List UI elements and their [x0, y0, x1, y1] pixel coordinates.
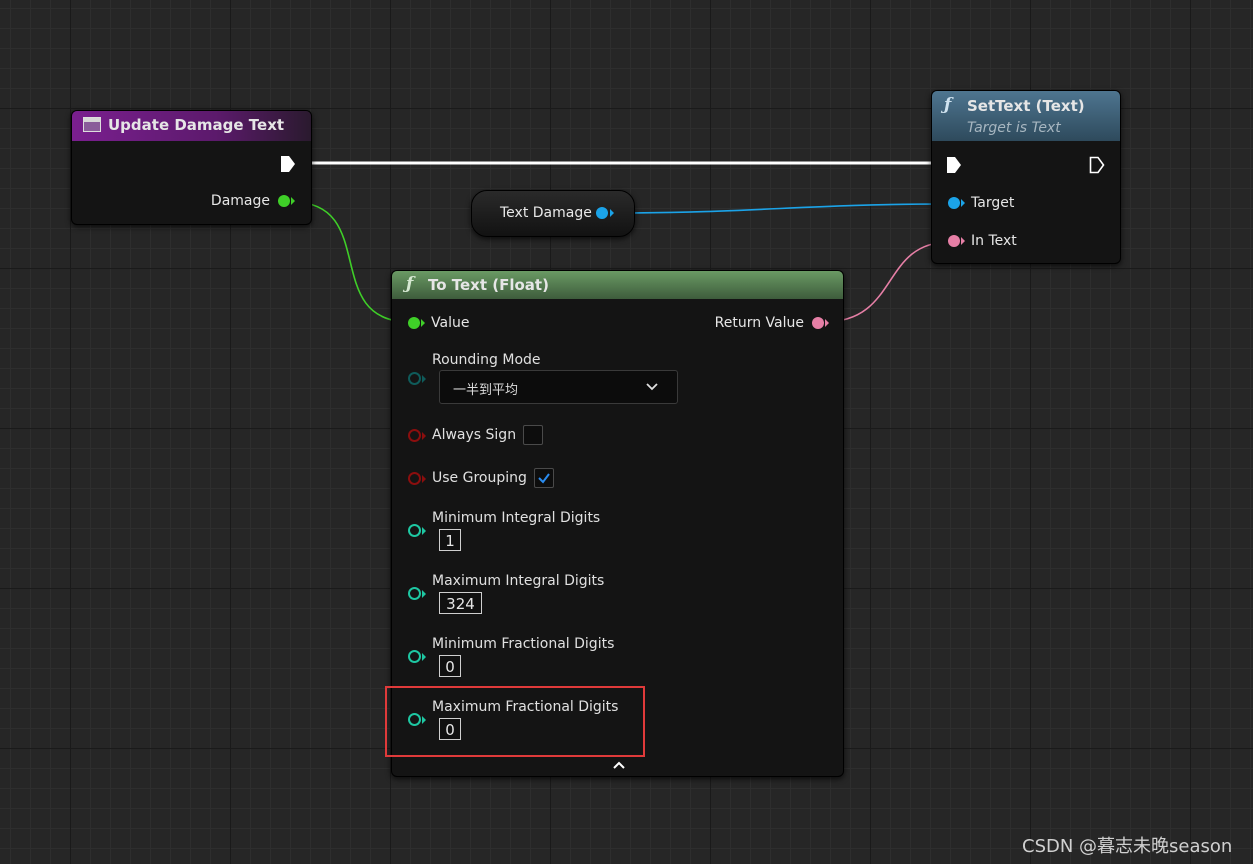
min-integral-label: Minimum Integral Digits [432, 510, 601, 526]
enum-pin-arrow-icon [422, 375, 426, 383]
bool-pin-arrow-icon [422, 432, 426, 440]
int-pin-arrow-icon [422, 590, 426, 598]
float-pin-icon[interactable] [278, 195, 290, 207]
value-pin-label: Value [431, 315, 470, 331]
variable-node-label: Text Damage [500, 205, 592, 221]
object-pin-arrow-icon [610, 209, 614, 217]
settext-node-title: SetText (Text) [967, 97, 1085, 115]
use-grouping-label: Use Grouping [432, 470, 527, 486]
object-pin-arrow-icon [961, 199, 965, 207]
collapse-advanced-chevron-up-icon[interactable] [611, 759, 627, 771]
bool-pin-icon[interactable] [408, 429, 421, 442]
watermark: CSDN @暮志未晚season [1022, 836, 1233, 857]
return-value-pin-row[interactable]: Return Value [715, 315, 829, 331]
rounding-mode-dropdown[interactable]: 一半到平均 [439, 370, 678, 404]
rounding-mode-label: Rounding Mode [432, 352, 541, 368]
chevron-down-icon [646, 383, 658, 391]
min-fractional-input[interactable]: 0 [439, 655, 461, 677]
in-text-pin-row[interactable]: In Text [948, 233, 1017, 249]
exec-in-pin[interactable] [946, 156, 962, 174]
float-pin-arrow-icon [421, 319, 425, 327]
event-node-update-damage-text[interactable]: Update Damage Text Damage [71, 110, 312, 225]
text-pin-icon[interactable] [948, 235, 960, 247]
settext-node-subtitle: Target is Text [967, 120, 1061, 136]
rounding-mode-value: 一半到平均 [453, 383, 519, 398]
int-pin-icon[interactable] [408, 650, 421, 663]
function-icon: ƒ [944, 95, 952, 115]
bool-pin-icon[interactable] [408, 472, 421, 485]
event-node-header: Update Damage Text [72, 111, 311, 141]
checkmark-icon [538, 473, 550, 484]
text-damage-to-target-wire [609, 203, 951, 214]
object-pin-icon[interactable] [948, 197, 960, 209]
enum-pin-icon[interactable] [408, 372, 421, 385]
settext-node-header: ƒ SetText (Text) Target is Text [932, 91, 1120, 141]
target-pin-row[interactable]: Target [948, 195, 1014, 211]
min-fractional-label: Minimum Fractional Digits [432, 636, 615, 652]
float-pin-icon[interactable] [408, 317, 420, 329]
int-pin-icon[interactable] [408, 524, 421, 537]
exec-out-pin[interactable] [280, 155, 296, 173]
text-pin-arrow-icon [825, 319, 829, 327]
in-text-pin-label: In Text [971, 233, 1017, 249]
damage-pin-label: Damage [210, 193, 270, 209]
int-pin-icon[interactable] [408, 587, 421, 600]
event-node-title: Update Damage Text [108, 116, 285, 134]
variable-node-text-damage[interactable]: Text Damage [471, 190, 635, 237]
use-grouping-checkbox[interactable] [534, 468, 554, 488]
min-integral-input[interactable]: 1 [439, 529, 461, 551]
target-pin-label: Target [971, 195, 1015, 211]
exec-out-pin[interactable] [1089, 156, 1105, 174]
float-pin-arrow-icon [291, 197, 295, 205]
text-pin-icon[interactable] [812, 317, 824, 329]
int-pin-arrow-icon [422, 527, 426, 535]
damage-pin-row[interactable]: Damage [211, 193, 295, 209]
bool-pin-arrow-icon [422, 475, 426, 483]
totext-node-header: ƒ To Text (Float) [392, 271, 843, 299]
always-sign-checkbox[interactable] [523, 425, 543, 445]
totext-node-title: To Text (Float) [428, 276, 549, 294]
object-pin-icon[interactable] [596, 207, 608, 219]
int-pin-arrow-icon [422, 653, 426, 661]
return-value-pin-label: Return Value [714, 315, 804, 331]
highlight-box [385, 686, 645, 757]
function-node-settext[interactable]: ƒ SetText (Text) Target is Text Target I… [931, 90, 1121, 264]
always-sign-label: Always Sign [432, 427, 517, 443]
max-integral-label: Maximum Integral Digits [432, 573, 605, 589]
max-integral-input[interactable]: 324 [439, 592, 482, 614]
text-pin-arrow-icon [961, 237, 965, 245]
function-icon: ƒ [406, 274, 414, 294]
value-pin-row[interactable]: Value [408, 315, 469, 331]
event-icon [83, 117, 101, 132]
